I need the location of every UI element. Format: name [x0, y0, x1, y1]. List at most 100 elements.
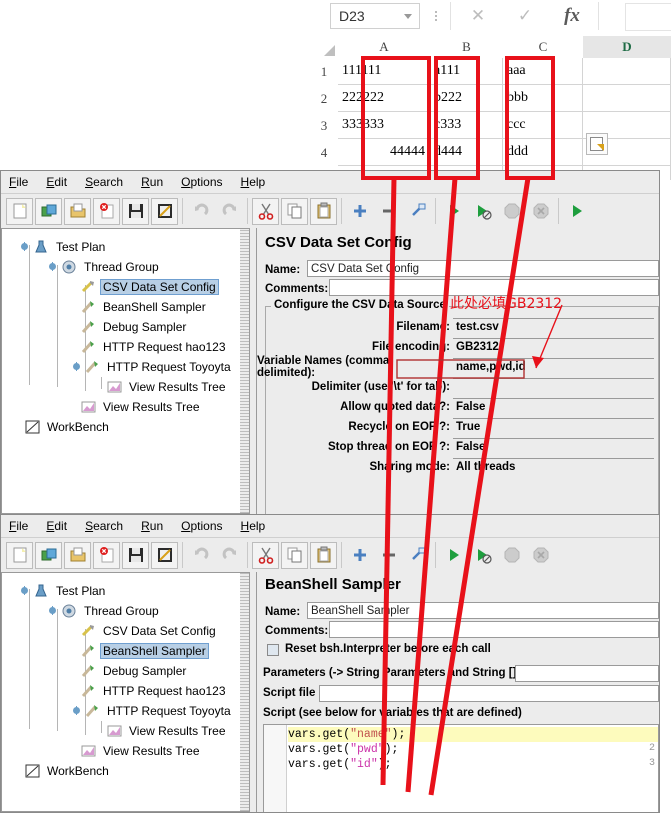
tree-node-debug-sampler[interactable]: Debug Sampler: [80, 317, 189, 336]
expand-handle-icon[interactable]: [48, 262, 57, 271]
cut-icon[interactable]: [252, 197, 279, 225]
tree-node-view-results-tree-child[interactable]: View Results Tree: [106, 721, 229, 740]
menu-run[interactable]: Run: [141, 519, 163, 533]
menu-file[interactable]: File: [9, 175, 28, 189]
tree-node-debug-sampler[interactable]: Debug Sampler: [80, 661, 189, 680]
cell-d1[interactable]: [583, 58, 671, 85]
new-icon[interactable]: [6, 197, 33, 225]
menu-help[interactable]: Help: [241, 519, 266, 533]
splitter[interactable]: [249, 572, 257, 812]
collapse-icon[interactable]: [375, 198, 402, 225]
tree-node-http-request-hao123[interactable]: HTTP Request hao123: [80, 337, 229, 356]
tree-node-csv-data-set-config[interactable]: CSV Data Set Config: [80, 277, 219, 296]
tree-node-test-plan[interactable]: Test Plan: [20, 237, 108, 256]
toggle-icon[interactable]: [404, 198, 431, 225]
start-icon[interactable]: [440, 542, 467, 569]
tree-node-view-results-tree-child[interactable]: View Results Tree: [106, 377, 229, 396]
close-icon[interactable]: [93, 197, 120, 225]
templates-icon[interactable]: [35, 197, 62, 225]
cell-d2[interactable]: [583, 85, 671, 112]
script-line[interactable]: vars.get("name");: [288, 727, 658, 742]
test-plan-tree[interactable]: Test Plan Thread Group CSV Data Set Conf…: [1, 228, 249, 514]
tree-node-test-plan[interactable]: Test Plan: [20, 581, 108, 600]
confirm-icon[interactable]: ✓: [505, 2, 545, 30]
open-icon[interactable]: [64, 541, 91, 569]
shutdown-icon[interactable]: [527, 542, 554, 569]
tree-node-thread-group[interactable]: Thread Group: [48, 257, 162, 276]
collapse-icon[interactable]: [375, 542, 402, 569]
expand-handle-icon[interactable]: [48, 606, 57, 615]
select-all-corner[interactable]: [310, 36, 339, 59]
shutdown-icon[interactable]: [527, 198, 554, 225]
tree-scrollbar[interactable]: [240, 229, 249, 513]
row-header[interactable]: 1: [310, 58, 339, 86]
file-encoding-value[interactable]: GB2312: [453, 338, 654, 355]
stop-icon[interactable]: [498, 198, 525, 225]
comments-input[interactable]: [329, 621, 659, 638]
tree-node-thread-group[interactable]: Thread Group: [48, 601, 162, 620]
reset-interpreter-checkbox[interactable]: [267, 644, 279, 656]
recycle-eof-value[interactable]: True: [453, 418, 654, 435]
menu-search[interactable]: Search: [85, 519, 123, 533]
script-file-input[interactable]: [319, 685, 659, 702]
stop-thread-eof-value[interactable]: False: [453, 438, 654, 455]
copy-icon[interactable]: [281, 197, 308, 225]
redo-icon[interactable]: [216, 198, 243, 225]
menu-edit[interactable]: Edit: [46, 175, 67, 189]
parameters-input[interactable]: [515, 665, 659, 682]
paste-icon[interactable]: [310, 541, 337, 569]
menu-run[interactable]: Run: [141, 175, 163, 189]
kebab-menu-icon[interactable]: [428, 4, 444, 28]
function-icon[interactable]: fx: [552, 2, 592, 30]
chevron-down-icon[interactable]: [404, 14, 412, 19]
script-line[interactable]: vars.get("id");: [288, 757, 658, 772]
menu-edit[interactable]: Edit: [46, 519, 67, 533]
toggle-icon[interactable]: [404, 542, 431, 569]
close-icon[interactable]: [93, 541, 120, 569]
expand-handle-icon[interactable]: [72, 362, 81, 371]
script-editor[interactable]: 1 2 3 vars.get("name"); vars.get("pwd");…: [263, 724, 659, 812]
splitter[interactable]: [249, 228, 257, 514]
copy-icon[interactable]: [281, 541, 308, 569]
filename-value[interactable]: test.csv: [453, 318, 654, 335]
save-icon[interactable]: [122, 197, 149, 225]
test-plan-tree[interactable]: Test Plan Thread Group CSV Data Set Conf…: [1, 572, 249, 812]
menu-options[interactable]: Options: [181, 175, 222, 189]
clear-icon[interactable]: [563, 198, 590, 225]
tree-node-http-request-toyoyta[interactable]: HTTP Request Toyoyta: [72, 701, 234, 720]
tree-node-beanshell-sampler[interactable]: BeanShell Sampler: [80, 297, 209, 316]
name-input[interactable]: BeanShell Sampler: [307, 602, 659, 619]
menu-help[interactable]: Help: [241, 175, 266, 189]
menu-file[interactable]: File: [9, 519, 28, 533]
row-header[interactable]: 2: [310, 85, 339, 113]
stop-icon[interactable]: [498, 542, 525, 569]
templates-icon[interactable]: [35, 541, 62, 569]
tree-node-http-request-toyoyta[interactable]: HTTP Request Toyoyta: [72, 357, 234, 376]
script-line[interactable]: vars.get("pwd");: [288, 742, 658, 757]
tree-node-workbench[interactable]: WorkBench: [24, 761, 112, 780]
undo-icon[interactable]: [187, 198, 214, 225]
sharing-mode-value[interactable]: All threads: [453, 458, 654, 475]
tree-node-view-results-tree[interactable]: View Results Tree: [80, 397, 203, 416]
tree-node-csv-data-set-config[interactable]: CSV Data Set Config: [80, 621, 219, 640]
redo-icon[interactable]: [216, 542, 243, 569]
tree-node-workbench[interactable]: WorkBench: [24, 417, 112, 436]
start-no-pauses-icon[interactable]: [469, 542, 496, 569]
start-no-pauses-icon[interactable]: [469, 198, 496, 225]
allow-quoted-value[interactable]: False: [453, 398, 654, 415]
expand-handle-icon[interactable]: [72, 706, 81, 715]
expand-icon[interactable]: [346, 198, 373, 225]
tree-node-http-request-hao123[interactable]: HTTP Request hao123: [80, 681, 229, 700]
open-icon[interactable]: [64, 197, 91, 225]
new-icon[interactable]: [6, 541, 33, 569]
undo-icon[interactable]: [187, 542, 214, 569]
column-header-d[interactable]: D: [583, 36, 671, 60]
cut-icon[interactable]: [252, 541, 279, 569]
tree-node-beanshell-sampler[interactable]: BeanShell Sampler: [80, 641, 209, 660]
excel-formula-bar[interactable]: [625, 3, 671, 31]
variable-names-value[interactable]: name,pwd,id: [453, 358, 654, 375]
expand-handle-icon[interactable]: [20, 242, 29, 251]
tree-scrollbar[interactable]: [240, 573, 249, 811]
delimiter-value[interactable]: [453, 378, 654, 395]
menu-options[interactable]: Options: [181, 519, 222, 533]
